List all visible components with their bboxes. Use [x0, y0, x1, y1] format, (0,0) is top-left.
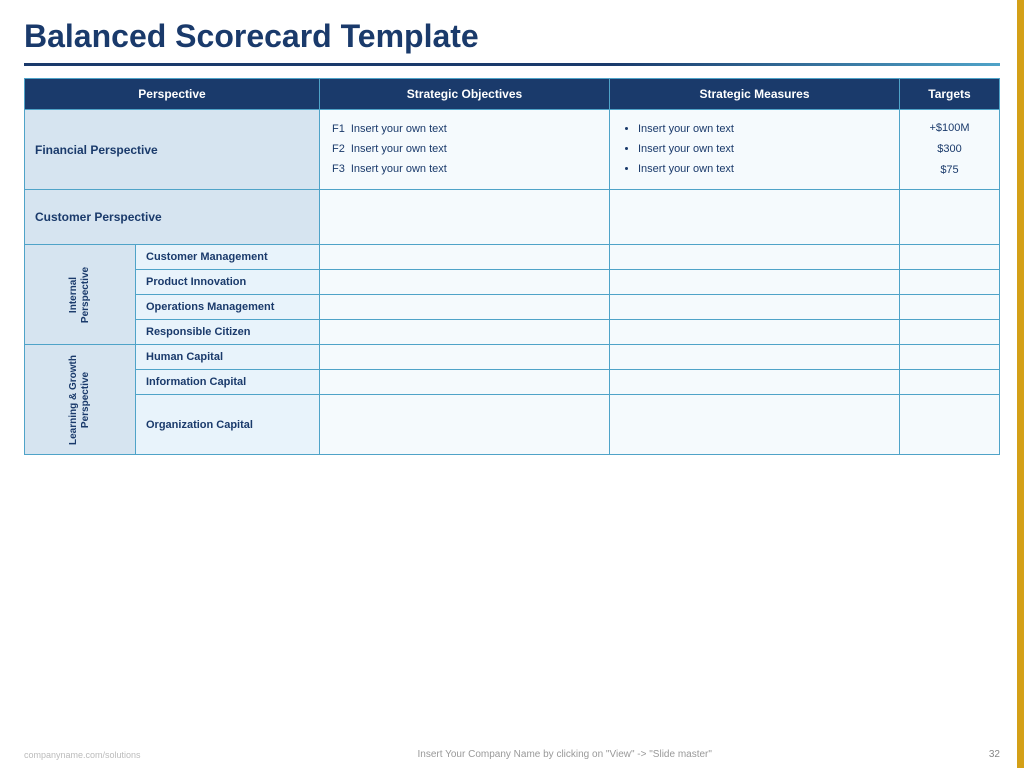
learning-rotated-text: Learning & GrowthPerspective [68, 355, 92, 445]
internal-perspective-label: InternalPerspective [25, 245, 136, 345]
header-perspective: Perspective [25, 79, 320, 110]
obj-f2: F2Insert your own text [332, 140, 597, 160]
internal-rotated-text: InternalPerspective [68, 267, 92, 323]
info-capital-label: Information Capital [136, 370, 320, 395]
header-targets: Targets [900, 79, 1000, 110]
gold-border [1017, 0, 1024, 768]
learning-ic-targets [900, 370, 1000, 395]
financial-targets: +$100M $300 $75 [910, 118, 989, 181]
human-capital-label: Human Capital [136, 345, 320, 370]
internal-pi-measures [610, 270, 900, 295]
title-underline [24, 63, 1000, 66]
customer-perspective-label: Customer Perspective [25, 190, 320, 245]
obj-f1: F1Insert your own text [332, 120, 597, 140]
learning-hc-objectives [320, 345, 610, 370]
customer-mgmt-label: Customer Management [136, 245, 320, 270]
financial-row: Financial Perspective F1Insert your own … [25, 110, 1000, 190]
footer-left: companyname.com/solutions [24, 750, 141, 760]
org-capital-label: Organization Capital [136, 395, 320, 455]
learning-ic-objectives [320, 370, 610, 395]
product-innovation-label: Product Innovation [136, 270, 320, 295]
financial-objectives: F1Insert your own text F2Insert your own… [332, 120, 597, 179]
scorecard-table: Perspective Strategic Objectives Strateg… [24, 78, 1000, 455]
internal-om-objectives [320, 295, 610, 320]
learning-info-row: Information Capital [25, 370, 1000, 395]
obj-f3: F3Insert your own text [332, 160, 597, 180]
internal-pi-objectives [320, 270, 610, 295]
internal-om-targets [900, 295, 1000, 320]
financial-measures: Insert your own text Insert your own tex… [622, 120, 887, 179]
internal-cm-targets [900, 245, 1000, 270]
financial-targets-cell: +$100M $300 $75 [900, 110, 1000, 190]
learning-oc-targets [900, 395, 1000, 455]
customer-objectives-cell [320, 190, 610, 245]
footer: companyname.com/solutions Insert Your Co… [24, 749, 1000, 760]
footer-center: Insert Your Company Name by clicking on … [141, 749, 989, 760]
learning-hc-measures [610, 345, 900, 370]
learning-ic-measures [610, 370, 900, 395]
learning-hc-targets [900, 345, 1000, 370]
internal-cm-objectives [320, 245, 610, 270]
measure-2: Insert your own text [638, 140, 887, 160]
measure-3: Insert your own text [638, 160, 887, 180]
internal-operations-row: Operations Management [25, 295, 1000, 320]
operations-mgmt-label: Operations Management [136, 295, 320, 320]
page-title: Balanced Scorecard Template [24, 18, 1000, 55]
internal-product-row: Product Innovation [25, 270, 1000, 295]
internal-pi-targets [900, 270, 1000, 295]
measure-1: Insert your own text [638, 120, 887, 140]
internal-rc-objectives [320, 320, 610, 345]
customer-targets-cell [900, 190, 1000, 245]
internal-rc-targets [900, 320, 1000, 345]
header-strategic-objectives: Strategic Objectives [320, 79, 610, 110]
learning-oc-measures [610, 395, 900, 455]
learning-human-row: Learning & GrowthPerspective Human Capit… [25, 345, 1000, 370]
header-row: Perspective Strategic Objectives Strateg… [25, 79, 1000, 110]
financial-objectives-cell: F1Insert your own text F2Insert your own… [320, 110, 610, 190]
page-number: 32 [989, 749, 1000, 760]
internal-rc-measures [610, 320, 900, 345]
responsible-citizen-label: Responsible Citizen [136, 320, 320, 345]
internal-cm-measures [610, 245, 900, 270]
page-container: Balanced Scorecard Template Perspective … [0, 0, 1024, 768]
financial-perspective-label: Financial Perspective [25, 110, 320, 190]
customer-measures-cell [610, 190, 900, 245]
learning-perspective-label: Learning & GrowthPerspective [25, 345, 136, 455]
financial-measures-cell: Insert your own text Insert your own tex… [610, 110, 900, 190]
internal-responsible-row: Responsible Citizen [25, 320, 1000, 345]
learning-org-row: Organization Capital [25, 395, 1000, 455]
internal-customer-mgmt-row: InternalPerspective Customer Management [25, 245, 1000, 270]
customer-row: Customer Perspective [25, 190, 1000, 245]
learning-oc-objectives [320, 395, 610, 455]
internal-om-measures [610, 295, 900, 320]
header-strategic-measures: Strategic Measures [610, 79, 900, 110]
